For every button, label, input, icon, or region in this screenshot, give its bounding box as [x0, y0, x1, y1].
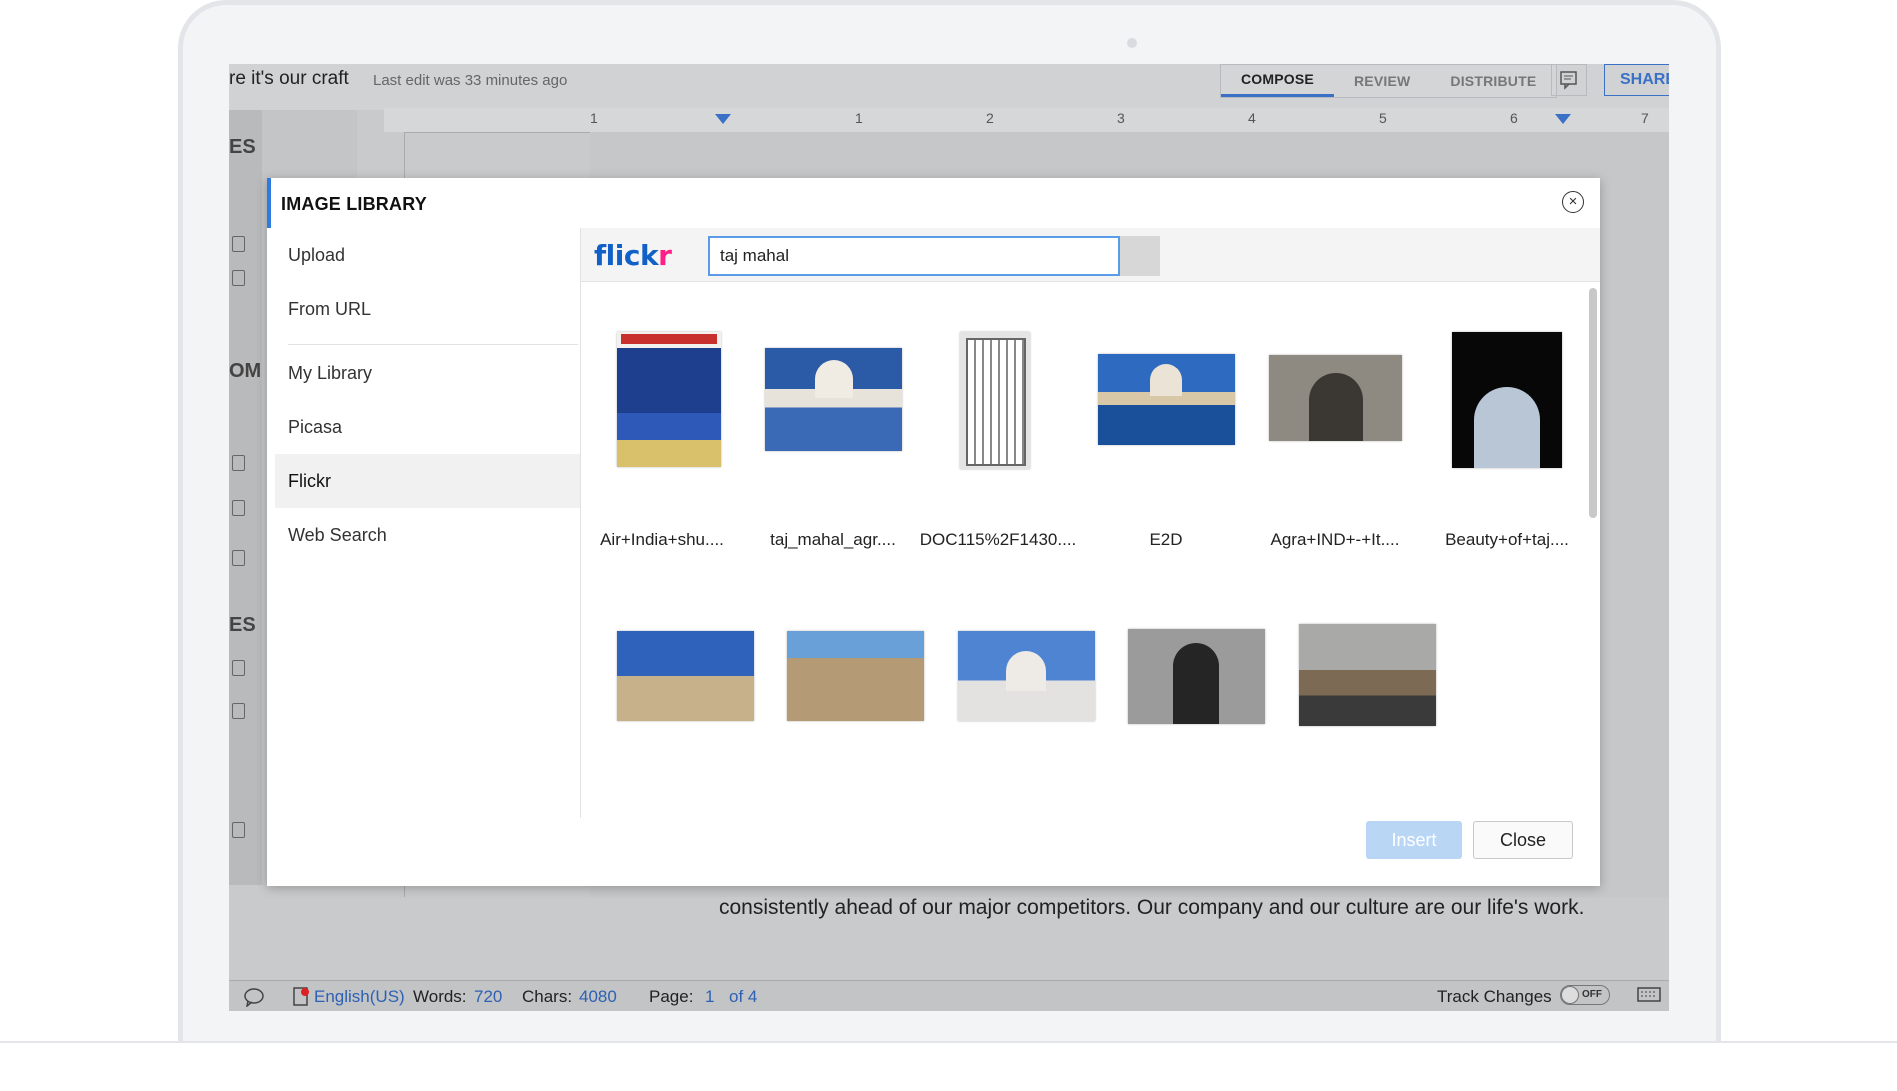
- ruler-number: 5: [1379, 110, 1387, 126]
- document-body-text[interactable]: consistently ahead of our major competit…: [719, 886, 1619, 930]
- panel-section-label: ES: [229, 136, 256, 158]
- image-caption: Air+India+shu....: [600, 530, 724, 549]
- image-library-dialog: IMAGE LIBRARY × Upload From URL My Libra…: [267, 178, 1600, 886]
- tab-distribute[interactable]: DISTRIBUTE: [1430, 65, 1556, 97]
- source-flickr[interactable]: Flickr: [275, 454, 580, 508]
- insert-button[interactable]: Insert: [1366, 821, 1462, 859]
- flickr-logo: flickr: [594, 239, 672, 272]
- ruler-number: 4: [1248, 110, 1256, 126]
- source-from-url[interactable]: From URL: [275, 282, 580, 336]
- page-number[interactable]: 1: [705, 987, 714, 1007]
- mode-tabs: COMPOSE REVIEW DISTRIBUTE: [1220, 64, 1558, 98]
- image-thumbnail: [765, 348, 902, 451]
- document-icon: [232, 270, 245, 286]
- comments-button[interactable]: [1551, 64, 1587, 96]
- image-thumbnail: [960, 332, 1030, 469]
- document-title[interactable]: re it's our craft: [229, 68, 349, 90]
- words-label: Words:: [413, 987, 467, 1006]
- panel-section-label: ES: [229, 614, 256, 636]
- image-thumbnail: [787, 631, 924, 721]
- document-icon: [232, 455, 245, 471]
- chars-count: 4080: [579, 987, 617, 1006]
- image-results-grid: Air+India+shu.... taj_mahal_agr.... DOC1…: [581, 282, 1585, 818]
- page-label: Page:: [649, 987, 694, 1006]
- image-thumbnail: [1269, 355, 1402, 441]
- ruler-number: 1: [855, 110, 863, 126]
- track-changes-label: Track Changes: [1437, 987, 1552, 1006]
- language-selector[interactable]: English(US): [314, 987, 405, 1007]
- ruler-number: 6: [1510, 110, 1518, 126]
- image-thumbnail: [617, 332, 721, 467]
- camera-dot: [1127, 38, 1137, 48]
- close-icon[interactable]: ×: [1562, 191, 1584, 213]
- image-thumbnail: [1452, 332, 1562, 468]
- laptop-base-line: [0, 1041, 1897, 1043]
- image-caption: E2D: [1149, 530, 1183, 549]
- toggle-state: OFF: [1582, 989, 1602, 1000]
- tab-review[interactable]: REVIEW: [1334, 65, 1430, 97]
- source-sidebar: Upload From URL My Library Picasa Flickr…: [275, 228, 581, 818]
- document-icon: [232, 822, 245, 838]
- image-caption: Beauty+of+taj....: [1445, 530, 1569, 549]
- document-icon: [232, 660, 245, 676]
- search-button[interactable]: [1120, 236, 1160, 276]
- left-indent-marker[interactable]: [715, 114, 731, 124]
- ruler-number: 1: [590, 110, 598, 126]
- search-input[interactable]: [708, 236, 1120, 276]
- image-thumbnail: [1299, 624, 1436, 726]
- right-indent-marker[interactable]: [1555, 114, 1571, 124]
- horizontal-ruler: 1 1 2 3 4 5 6 7: [384, 108, 1669, 133]
- dialog-title: IMAGE LIBRARY: [281, 194, 427, 214]
- tab-compose[interactable]: COMPOSE: [1221, 65, 1334, 97]
- source-upload[interactable]: Upload: [275, 228, 580, 282]
- last-edit-info: Last edit was 33 minutes ago: [373, 72, 568, 89]
- chars-label: Chars:: [522, 987, 573, 1006]
- status-bar: English(US) Words: 720 Chars: 4080 Page:…: [229, 980, 1669, 1011]
- image-caption: taj_mahal_agr....: [770, 530, 896, 549]
- ruler-number: 3: [1117, 110, 1125, 126]
- source-picasa[interactable]: Picasa: [275, 400, 580, 454]
- share-button[interactable]: SHARE: [1604, 64, 1669, 96]
- document-icon: [232, 703, 245, 719]
- source-my-library[interactable]: My Library: [275, 346, 580, 400]
- dialog-accent-bar: [267, 178, 271, 228]
- ruler-number: 2: [986, 110, 994, 126]
- words-count: 720: [474, 987, 503, 1006]
- chat-icon[interactable]: [243, 987, 265, 1011]
- source-web-search[interactable]: Web Search: [275, 508, 580, 562]
- spellcheck-icon[interactable]: [293, 987, 309, 1011]
- results-scrollbar[interactable]: [1589, 288, 1597, 518]
- panel-section-label: OM: [229, 360, 262, 382]
- keyboard-icon[interactable]: [1637, 987, 1661, 1008]
- image-thumbnail: [958, 631, 1095, 721]
- image-caption: Agra+IND+-+It....: [1270, 530, 1400, 549]
- image-thumbnail: [617, 631, 754, 721]
- document-icon: [232, 500, 245, 516]
- track-changes-toggle[interactable]: OFF: [1560, 985, 1610, 1005]
- sidebar-divider: [288, 344, 578, 345]
- document-icon: [232, 236, 245, 252]
- ruler-number: 7: [1641, 110, 1649, 126]
- image-caption: DOC115%2F1430....: [919, 530, 1077, 549]
- comment-bubble-icon: [1560, 71, 1577, 90]
- image-thumbnail: [1098, 354, 1235, 445]
- search-toolbar: flickr: [581, 228, 1600, 282]
- close-button[interactable]: Close: [1473, 821, 1573, 859]
- document-icon: [232, 550, 245, 566]
- document-header: re it's our craft Last edit was 33 minut…: [229, 64, 1669, 110]
- left-panel: ES OM ES: [229, 110, 262, 885]
- toggle-knob: [1561, 986, 1579, 1004]
- page-total: of 4: [729, 987, 758, 1006]
- image-thumbnail: [1128, 629, 1265, 724]
